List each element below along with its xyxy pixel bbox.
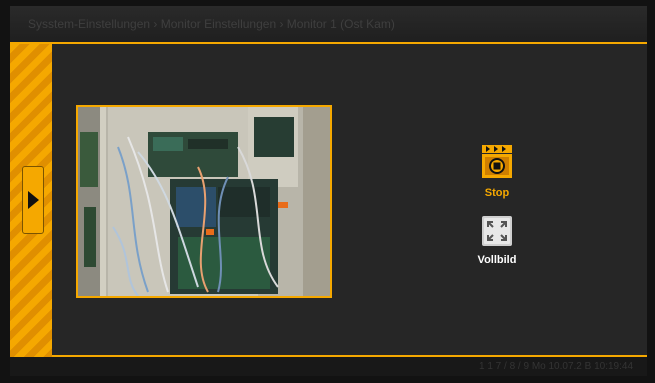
fullscreen-icon (482, 216, 512, 246)
stop-label: Stop (484, 187, 510, 199)
side-panel-toggle-button[interactable] (22, 166, 44, 234)
chevron-right-icon (28, 191, 39, 209)
status-bar: 1 1 7 / 8 / 9 Mo 10.07.2 B 10:19:44 (10, 357, 647, 376)
stop-button[interactable]: Stop (462, 142, 532, 199)
title-bar: Sysstem-Einstellungen › Monitor Einstell… (10, 6, 647, 44)
fullscreen-button[interactable]: Vollbild (462, 215, 532, 266)
fullscreen-label: Vollbild (477, 254, 517, 266)
camera-video-feed[interactable] (76, 105, 332, 298)
status-text: 1 1 7 / 8 / 9 Mo 10.07.2 B 10:19:44 (479, 361, 633, 372)
camera-image (78, 107, 330, 296)
window-title: Sysstem-Einstellungen › Monitor Einstell… (28, 17, 395, 31)
stop-clapper-icon (482, 145, 512, 178)
